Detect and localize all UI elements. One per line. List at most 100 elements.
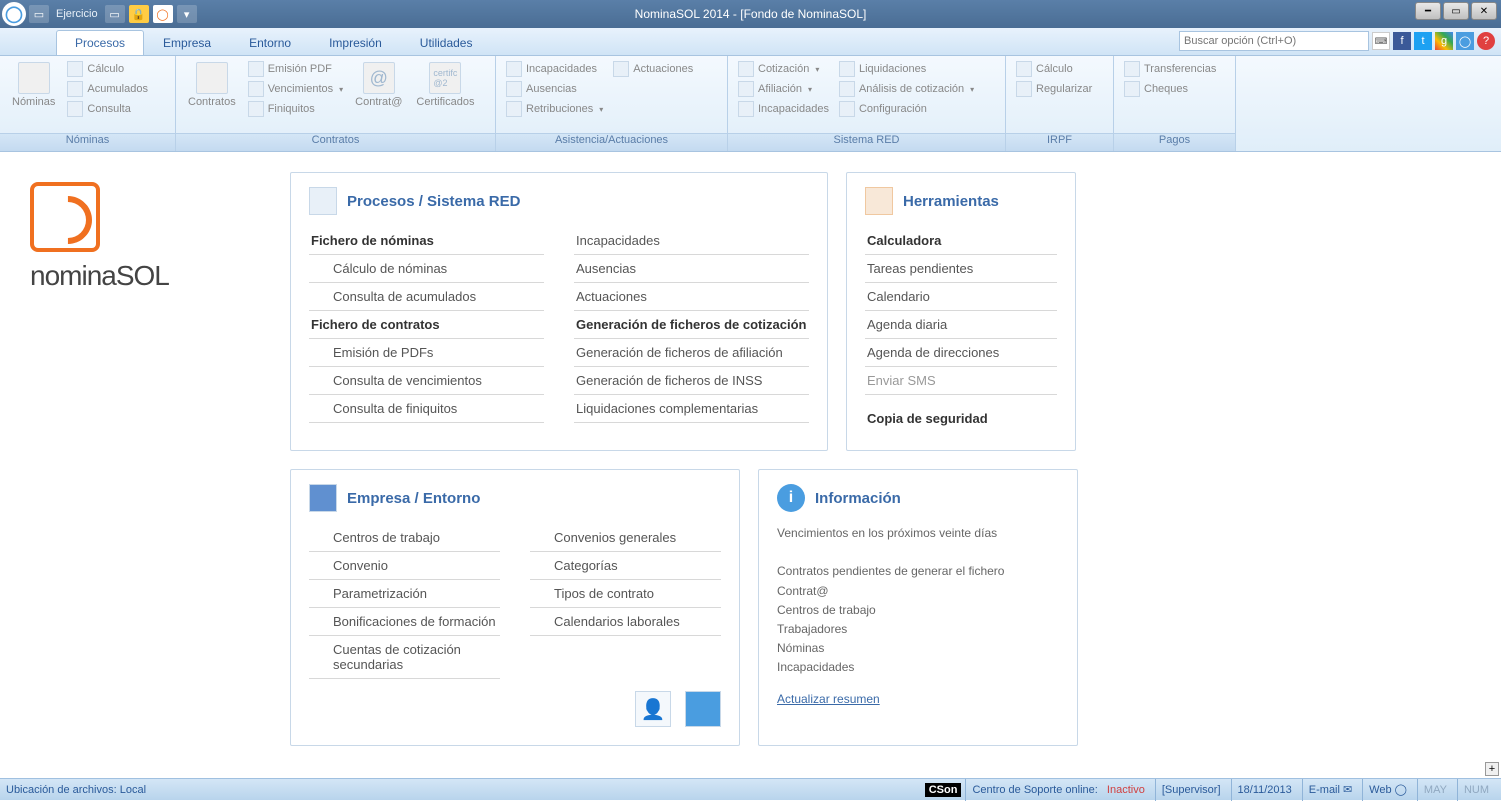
list-item[interactable]: Ausencias — [574, 255, 809, 283]
tab-impresion[interactable]: Impresión — [310, 30, 401, 55]
list-item[interactable]: Bonificaciones de formación — [309, 608, 500, 636]
analisis-button[interactable]: Análisis de cotización▾ — [837, 80, 976, 98]
menu-tabs: Procesos Empresa Entorno Impresión Utili… — [0, 28, 1501, 56]
afiliacion-button[interactable]: Afiliación▾ — [736, 80, 831, 98]
google-icon[interactable]: g — [1435, 32, 1453, 50]
list-item[interactable]: Agenda diaria — [865, 311, 1057, 339]
consulta-button[interactable]: Consulta — [65, 100, 150, 118]
list-item[interactable]: Tipos de contrato — [530, 580, 721, 608]
list-item[interactable]: Consulta de vencimientos — [309, 367, 544, 395]
nominas-button[interactable]: Nóminas — [8, 60, 59, 110]
building-tool-icon[interactable] — [685, 691, 721, 727]
list-item[interactable]: Tareas pendientes — [865, 255, 1057, 283]
list-item[interactable]: Consulta de finiquitos — [309, 395, 544, 423]
tab-utilidades[interactable]: Utilidades — [401, 30, 492, 55]
dropdown-icon: ▾ — [339, 85, 343, 94]
liquidaciones-button[interactable]: Liquidaciones — [837, 60, 976, 78]
dropdown-icon: ▾ — [970, 85, 974, 94]
expand-button[interactable]: + — [1485, 762, 1499, 776]
calc-icon — [67, 61, 83, 77]
qat-document-icon[interactable]: ▭ — [29, 5, 49, 23]
finiquitos-button[interactable]: Finiquitos — [246, 100, 345, 118]
support-status[interactable]: Centro de Soporte online: Inactivo — [965, 779, 1150, 801]
qat-lock-icon[interactable]: 🔒 — [129, 5, 149, 23]
web-link[interactable]: Web ◯ — [1362, 779, 1413, 801]
vencimientos-button[interactable]: Vencimientos▾ — [246, 80, 345, 98]
list-item[interactable]: Generación de ficheros de INSS — [574, 367, 809, 395]
user-icon[interactable]: 👤 — [635, 691, 671, 727]
calculo-button[interactable]: Cálculo — [65, 60, 150, 78]
keyboard-icon[interactable]: ⌨ — [1372, 32, 1390, 50]
gear-icon — [839, 101, 855, 117]
logo-area: nominaSOL — [20, 172, 290, 758]
emision-pdf-button[interactable]: Emisión PDF — [246, 60, 345, 78]
list-item[interactable]: Cuentas de cotización secundarias — [309, 636, 500, 679]
regularizar-button[interactable]: Regularizar — [1014, 80, 1094, 98]
list-item[interactable]: Convenio — [309, 552, 500, 580]
qat-logo-icon[interactable]: ◯ — [153, 5, 173, 23]
list-item[interactable]: Categorías — [530, 552, 721, 580]
tab-entorno[interactable]: Entorno — [230, 30, 310, 55]
building-icon — [309, 484, 337, 512]
list-item[interactable]: Copia de seguridad — [865, 405, 1057, 432]
twitter-icon[interactable]: t — [1414, 32, 1432, 50]
retribuciones-button[interactable]: Retribuciones▾ — [504, 100, 605, 118]
incapacidades-button[interactable]: Incapacidades — [504, 60, 605, 78]
list-item[interactable]: Liquidaciones complementarias — [574, 395, 809, 423]
list-item[interactable]: Actuaciones — [574, 283, 809, 311]
close-button[interactable]: ✕ — [1471, 2, 1497, 20]
list-item[interactable]: Parametrización — [309, 580, 500, 608]
link-icon[interactable]: ◯ — [1456, 32, 1474, 50]
list-item[interactable]: Generación de ficheros de afiliación — [574, 339, 809, 367]
pay-icon — [506, 101, 522, 117]
list-item[interactable]: Convenios generales — [530, 524, 721, 552]
search-icon — [67, 101, 83, 117]
maximize-button[interactable]: ▭ — [1443, 2, 1469, 20]
list-item[interactable]: Fichero de contratos — [309, 311, 544, 339]
list-item[interactable]: Calculadora — [865, 227, 1057, 255]
date-label[interactable]: 18/11/2013 — [1231, 779, 1298, 801]
configuracion-button[interactable]: Configuración — [837, 100, 976, 118]
minimize-button[interactable]: ━ — [1415, 2, 1441, 20]
money-icon — [248, 101, 264, 117]
info-line: Nóminas — [777, 639, 1059, 658]
email-link[interactable]: E-mail ✉ — [1302, 779, 1358, 801]
contratos-button[interactable]: Contratos — [184, 60, 240, 110]
user-label[interactable]: [Supervisor] — [1155, 779, 1227, 801]
cotizacion-button[interactable]: Cotización▾ — [736, 60, 831, 78]
help-icon[interactable]: ? — [1477, 32, 1495, 50]
list-item[interactable]: Consulta de acumulados — [309, 283, 544, 311]
facebook-icon[interactable]: f — [1393, 32, 1411, 50]
list-item[interactable]: Agenda de direcciones — [865, 339, 1057, 367]
search-input[interactable] — [1179, 31, 1369, 51]
list-item[interactable]: Generación de ficheros de cotización — [574, 311, 809, 339]
qat-icon-2[interactable]: ▭ — [105, 5, 125, 23]
analysis-icon — [839, 81, 855, 97]
list-item[interactable]: Centros de trabajo — [309, 524, 500, 552]
list-item[interactable]: Emisión de PDFs — [309, 339, 544, 367]
info-line: Trabajadores — [777, 620, 1059, 639]
app-icon[interactable]: ◯ — [2, 2, 26, 26]
cheques-button[interactable]: Cheques — [1122, 80, 1218, 98]
certificados-button[interactable]: certifc@2 Certificados — [412, 60, 478, 110]
qat-dropdown-icon[interactable]: ▾ — [177, 5, 197, 23]
procesos-col2: IncapacidadesAusenciasActuacionesGenerac… — [574, 227, 809, 423]
incapacidades-red-button[interactable]: Incapacidades — [736, 100, 831, 118]
ausencias-button[interactable]: Ausencias — [504, 80, 605, 98]
irpf-calculo-button[interactable]: Cálculo — [1014, 60, 1094, 78]
list-item[interactable]: Calendarios laborales — [530, 608, 721, 636]
tab-procesos[interactable]: Procesos — [56, 30, 144, 55]
list-item[interactable]: Calendario — [865, 283, 1057, 311]
transferencias-button[interactable]: Transferencias — [1122, 60, 1218, 78]
list-item[interactable]: Fichero de nóminas — [309, 227, 544, 255]
empresa-col2: Convenios generalesCategoríasTipos de co… — [530, 524, 721, 679]
contrata-button[interactable]: @ Contrat@ — [351, 60, 406, 110]
actualizar-resumen-link[interactable]: Actualizar resumen — [777, 692, 880, 706]
list-item[interactable]: Incapacidades — [574, 227, 809, 255]
acumulados-button[interactable]: Acumulados — [65, 80, 150, 98]
actuaciones-button[interactable]: Actuaciones — [611, 60, 695, 78]
list-item[interactable]: Cálculo de nóminas — [309, 255, 544, 283]
cson-badge[interactable]: CSon — [925, 783, 962, 797]
list-item[interactable]: Enviar SMS — [865, 367, 1057, 395]
tab-empresa[interactable]: Empresa — [144, 30, 230, 55]
